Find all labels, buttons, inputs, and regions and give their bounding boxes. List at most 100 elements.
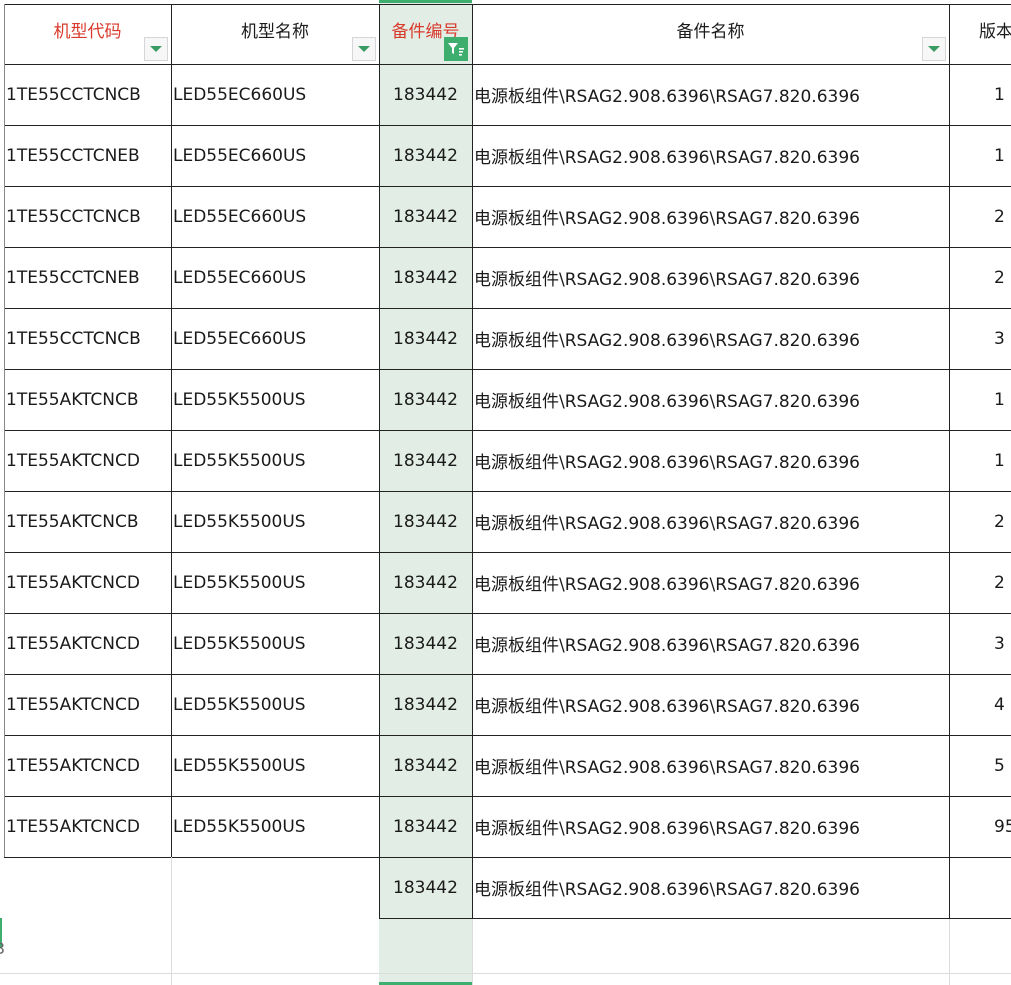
table-cell-version[interactable]: 3	[949, 308, 1011, 369]
table-cell-model-name[interactable]: LED55K5500US	[171, 674, 379, 735]
table-cell-part-no[interactable]: 183442	[379, 735, 472, 796]
table-cell-version[interactable]: 1	[949, 430, 1011, 491]
table-cell-version[interactable]: 1	[949, 125, 1011, 186]
table-cell-part-name[interactable]: 电源板组件\RSAG2.908.6396\RSAG7.820.6396	[472, 552, 949, 613]
column-header-part-name[interactable]: 备件名称	[472, 4, 949, 58]
table-cell-part-name[interactable]: 电源板组件\RSAG2.908.6396\RSAG7.820.6396	[472, 491, 949, 552]
column-border	[472, 4, 473, 918]
column-header-model-name[interactable]: 机型名称	[171, 4, 379, 58]
table-cell-model-name[interactable]: LED55EC660US	[171, 186, 379, 247]
table-cell-version[interactable]: 2	[949, 491, 1011, 552]
table-cell-model-code[interactable]: 1TE55CCTCNEB	[4, 247, 171, 308]
table-cell-part-no[interactable]: 183442	[379, 369, 472, 430]
table-cell-model-code[interactable]: 1TE55AKTCNCD	[4, 735, 171, 796]
filter-dropdown-button[interactable]	[922, 37, 946, 61]
table-cell-model-code[interactable]: 1TE55AKTCNCB	[4, 369, 171, 430]
table-cell-part-no[interactable]: 183442	[379, 64, 472, 125]
table-cell-part-name[interactable]: 电源板组件\RSAG2.908.6396\RSAG7.820.6396	[472, 430, 949, 491]
table-cell-model-code[interactable]: 1TE55AKTCNCD	[4, 613, 171, 674]
table-cell-version[interactable]: 1	[949, 369, 1011, 430]
table-cell-part-no[interactable]: 183442	[379, 186, 472, 247]
table-cell-model-name[interactable]: LED55EC660US	[171, 247, 379, 308]
row-border	[4, 552, 1011, 553]
row-number-label: 3	[0, 928, 8, 968]
table-cell-part-name[interactable]: 电源板组件\RSAG2.908.6396\RSAG7.820.6396	[472, 64, 949, 125]
table-cell-model-code[interactable]: 1TE55CCTCNEB	[4, 125, 171, 186]
table-cell-part-name[interactable]: 电源板组件\RSAG2.908.6396\RSAG7.820.6396	[472, 796, 949, 857]
column-border	[379, 4, 380, 918]
table-cell-part-no[interactable]: 183442	[379, 491, 472, 552]
table-cell-part-no[interactable]: 183442	[379, 125, 472, 186]
table-cell-model-code[interactable]: 1TE55CCTCNCB	[4, 308, 171, 369]
row-border	[4, 857, 1011, 858]
table-cell-model-code[interactable]	[4, 857, 171, 918]
table-cell-part-no[interactable]: 183442	[379, 857, 472, 918]
row-border	[4, 796, 1011, 797]
table-cell-model-name[interactable]: LED55K5500US	[171, 430, 379, 491]
table-cell-part-no[interactable]: 183442	[379, 247, 472, 308]
table-cell-version[interactable]: 95	[949, 796, 1011, 857]
table-cell-model-code[interactable]: 1TE55AKTCNCD	[4, 552, 171, 613]
table-cell-model-code[interactable]: 1TE55CCTCNCB	[4, 64, 171, 125]
table-cell-part-no[interactable]: 183442	[379, 796, 472, 857]
table-cell-model-name[interactable]: LED55K5500US	[171, 796, 379, 857]
table-cell-part-name[interactable]: 电源板组件\RSAG2.908.6396\RSAG7.820.6396	[472, 186, 949, 247]
table-cell-model-name[interactable]: LED55K5500US	[171, 491, 379, 552]
empty-row-gridline	[0, 973, 1011, 974]
table-cell-part-no[interactable]: 183442	[379, 552, 472, 613]
table-cell-model-name[interactable]: LED55EC660US	[171, 125, 379, 186]
table-cell-part-no[interactable]: 183442	[379, 308, 472, 369]
table-cell-model-name[interactable]: LED55K5500US	[171, 613, 379, 674]
table-cell-model-name[interactable]	[171, 857, 379, 918]
table-cell-model-code[interactable]: 1TE55AKTCNCD	[4, 430, 171, 491]
table-cell-part-name[interactable]: 电源板组件\RSAG2.908.6396\RSAG7.820.6396	[472, 857, 949, 918]
row-border	[4, 247, 1011, 248]
table-cell-part-no[interactable]: 183442	[379, 613, 472, 674]
table-cell-part-name[interactable]: 电源板组件\RSAG2.908.6396\RSAG7.820.6396	[472, 247, 949, 308]
table-cell-version[interactable]: 3	[949, 613, 1011, 674]
table-cell-version[interactable]: 2	[949, 552, 1011, 613]
table-cell-version[interactable]	[949, 857, 1011, 918]
row-border	[4, 186, 1011, 187]
table-cell-part-name[interactable]: 电源板组件\RSAG2.908.6396\RSAG7.820.6396	[472, 674, 949, 735]
column-header-version[interactable]: 版本	[949, 4, 1011, 58]
table-cell-part-name[interactable]: 电源板组件\RSAG2.908.6396\RSAG7.820.6396	[472, 369, 949, 430]
table-cell-model-code[interactable]: 1TE55CCTCNCB	[4, 186, 171, 247]
active-filter-button[interactable]	[444, 37, 468, 61]
empty-cell-gridline	[171, 857, 172, 918]
table-cell-model-name[interactable]: LED55EC660US	[171, 64, 379, 125]
table-cell-part-no[interactable]: 183442	[379, 430, 472, 491]
table-cell-version[interactable]: 2	[949, 247, 1011, 308]
row-border	[4, 430, 1011, 431]
table-cell-model-name[interactable]: LED55EC660US	[171, 308, 379, 369]
row-border	[4, 64, 1011, 65]
empty-area-gridline	[949, 918, 950, 985]
filter-dropdown-button[interactable]	[352, 37, 376, 61]
filter-dropdown-button[interactable]	[144, 37, 168, 61]
row-border	[4, 735, 1011, 736]
chevron-down-icon	[358, 46, 370, 52]
row-border	[4, 308, 1011, 309]
table-cell-part-no[interactable]: 183442	[379, 674, 472, 735]
column-border	[171, 4, 172, 918]
table-cell-model-name[interactable]: LED55K5500US	[171, 735, 379, 796]
table-cell-part-name[interactable]: 电源板组件\RSAG2.908.6396\RSAG7.820.6396	[472, 735, 949, 796]
row-border	[4, 369, 1011, 370]
table-cell-version[interactable]: 2	[949, 186, 1011, 247]
table-cell-model-name[interactable]: LED55K5500US	[171, 369, 379, 430]
table-cell-model-name[interactable]: LED55K5500US	[171, 552, 379, 613]
table-cell-part-name[interactable]: 电源板组件\RSAG2.908.6396\RSAG7.820.6396	[472, 613, 949, 674]
row-border	[4, 613, 1011, 614]
table-cell-version[interactable]: 5	[949, 735, 1011, 796]
table-cell-model-code[interactable]: 1TE55AKTCNCD	[4, 796, 171, 857]
table-cell-model-code[interactable]: 1TE55AKTCNCD	[4, 674, 171, 735]
table-cell-part-name[interactable]: 电源板组件\RSAG2.908.6396\RSAG7.820.6396	[472, 308, 949, 369]
chevron-down-icon	[928, 46, 940, 52]
table-cell-part-name[interactable]: 电源板组件\RSAG2.908.6396\RSAG7.820.6396	[472, 125, 949, 186]
row-border	[4, 4, 1011, 5]
empty-area-gridline	[472, 918, 473, 985]
filter-funnel-icon	[448, 43, 464, 56]
table-cell-version[interactable]: 1	[949, 64, 1011, 125]
table-cell-model-code[interactable]: 1TE55AKTCNCB	[4, 491, 171, 552]
table-cell-version[interactable]: 4	[949, 674, 1011, 735]
